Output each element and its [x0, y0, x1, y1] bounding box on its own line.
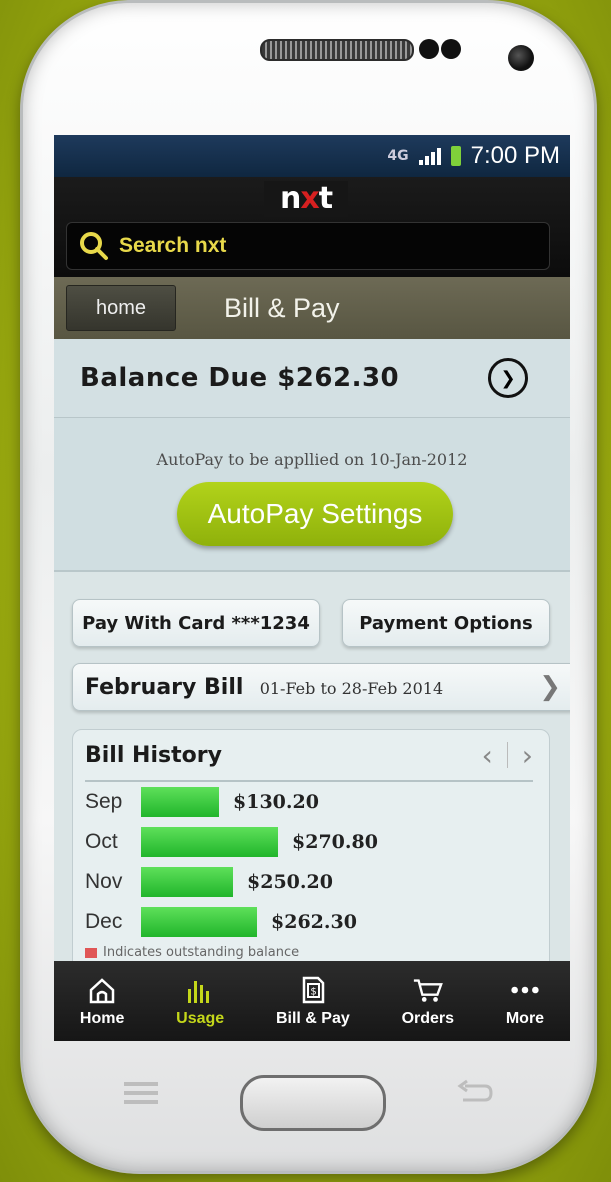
tab-more[interactable]: More — [506, 974, 544, 1028]
svg-text:$: $ — [310, 987, 316, 998]
battery-icon — [450, 146, 461, 166]
status-bar: 4G 7:00 PM — [54, 135, 570, 177]
light-sensor — [441, 39, 461, 59]
brand-logo: nxt — [264, 181, 348, 217]
proximity-sensor — [419, 39, 439, 59]
bill-history-card: Bill History ‹ › Sep $130.20 Oct $270.80 Nov… — [72, 729, 550, 971]
history-month: Oct — [85, 830, 118, 853]
network-indicator: 4G — [387, 148, 409, 164]
bill-history-rows: Sep $130.20 Oct $270.80 Nov $250.20 Dec $262.30 — [73, 782, 549, 942]
tab-bill-pay[interactable]: $ Bill & Pay — [276, 974, 350, 1028]
tab-label: More — [505, 1010, 545, 1027]
bill-history-title: Bill History — [85, 742, 222, 768]
bill-row[interactable]: February Bill 01-Feb to 28-Feb 2014 ❯ — [72, 663, 570, 711]
history-amount: $130.20 — [233, 791, 319, 813]
history-amount: $250.20 — [247, 871, 333, 893]
tab-home[interactable]: Home — [80, 974, 124, 1028]
balance-due: Balance Due $262.30 — [80, 363, 400, 393]
bill-icon: $ — [297, 974, 329, 1006]
page-title: Bill & Pay — [224, 292, 340, 323]
chevron-right-circle-icon[interactable]: ❯ — [488, 358, 528, 398]
autopay-settings-button[interactable]: AutoPay Settings — [177, 482, 453, 546]
status-time: 7:00 PM — [470, 142, 560, 169]
title-bar: home Bill & Pay — [54, 277, 570, 339]
history-row-nov: Nov $250.20 — [73, 862, 549, 902]
bill-title: February Bill — [85, 674, 244, 700]
chevron-right-icon: ❯ — [539, 672, 561, 702]
bill-history-header: Bill History ‹ › — [85, 730, 533, 782]
more-icon — [509, 974, 541, 1006]
signal-icon — [418, 147, 441, 165]
history-amount: $270.80 — [292, 831, 378, 853]
tab-orders[interactable]: Orders — [402, 974, 454, 1028]
back-key-icon[interactable] — [455, 1078, 495, 1108]
front-camera — [508, 45, 534, 71]
menu-key-icon[interactable] — [122, 1078, 162, 1108]
legend-text: Indicates outstanding balance — [103, 945, 300, 960]
bill-range: 01-Feb to 28-Feb 2014 — [259, 678, 444, 698]
chevron-right-icon[interactable]: › — [522, 739, 533, 772]
pay-with-card-button[interactable]: Pay With Card ***1234 — [72, 599, 320, 647]
search-bar[interactable]: Search nxt — [66, 222, 550, 270]
history-amount: $262.30 — [271, 911, 357, 933]
balance-row[interactable]: Balance Due $262.30 ❯ — [54, 339, 570, 418]
bottom-tab-bar: Home Usage $ Bill & Pay Orders More — [54, 961, 570, 1041]
home-button[interactable]: home — [66, 285, 176, 331]
brand-header: nxt Search nxt — [54, 177, 570, 277]
outstanding-swatch — [85, 947, 97, 958]
earpiece-speaker — [260, 39, 414, 61]
tab-label: Home — [79, 1010, 125, 1027]
bar-chart-icon — [184, 974, 216, 1006]
home-hardware-button[interactable] — [240, 1075, 386, 1131]
home-icon — [86, 974, 118, 1006]
payment-options-button[interactable]: Payment Options — [342, 599, 550, 647]
tab-label: Orders — [401, 1010, 455, 1027]
tab-usage[interactable]: Usage — [176, 974, 224, 1028]
history-bar — [141, 907, 257, 937]
history-row-sep: Sep $130.20 — [73, 782, 549, 822]
history-month: Dec — [85, 910, 123, 933]
history-row-oct: Oct $270.80 — [73, 822, 549, 862]
history-pager: ‹ › — [482, 739, 533, 772]
history-month: Nov — [85, 870, 123, 893]
history-row-dec: Dec $262.30 — [73, 902, 549, 942]
cart-icon — [412, 974, 444, 1006]
chevron-left-icon[interactable]: ‹ — [482, 739, 493, 772]
history-month: Sep — [85, 790, 123, 813]
pager-divider — [506, 742, 508, 768]
history-bar — [141, 787, 219, 817]
search-icon — [80, 232, 108, 260]
history-bar — [141, 867, 233, 897]
history-legend: Indicates outstanding balance — [85, 945, 299, 960]
tab-label: Bill & Pay — [275, 1010, 350, 1027]
tab-label: Usage — [176, 1010, 225, 1027]
search-input[interactable]: Search nxt — [119, 234, 226, 258]
phone-screen: 4G 7:00 PM nxt Search nxt home Bill & Pa… — [54, 135, 570, 1041]
autopay-note: AutoPay to be appllied on 10-Jan-2012 — [156, 450, 468, 469]
autopay-section: AutoPay to be appllied on 10-Jan-2012 Au… — [54, 418, 570, 572]
history-bar — [141, 827, 278, 857]
